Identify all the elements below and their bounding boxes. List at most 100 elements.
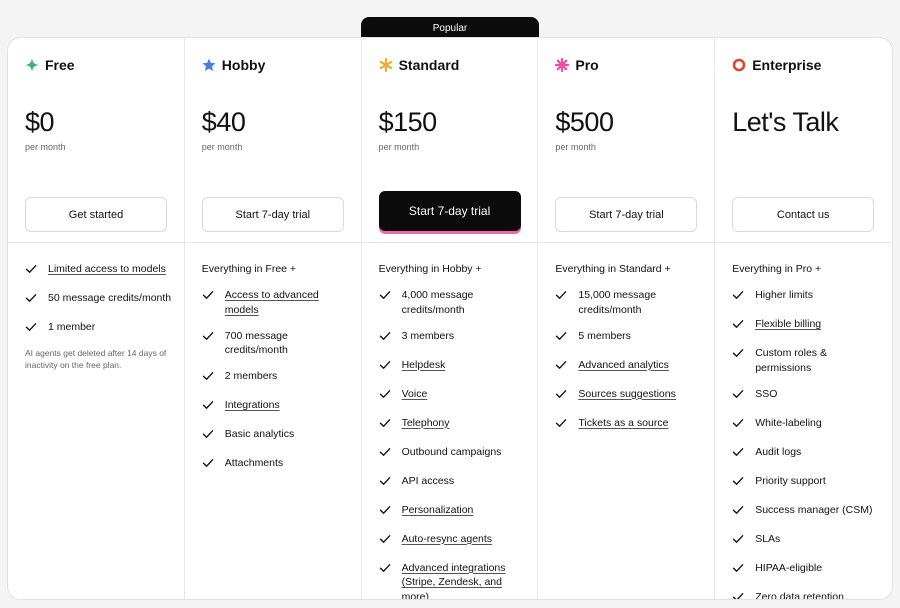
feature-text[interactable]: Access to advanced models <box>225 288 351 317</box>
plan-name: Standard <box>398 57 460 73</box>
plan-column-standard: Standard $150 per month Start 7-day trial E… <box>361 38 539 600</box>
plan-price: $40 <box>201 107 246 137</box>
feature-text: Outbound campaigns <box>401 445 502 458</box>
feature-list: Everything in Free + Access to advanced … <box>202 262 351 485</box>
asterisk-icon <box>379 58 393 72</box>
check-icon <box>732 288 746 306</box>
feature-text[interactable]: Advanced integrations (Stripe, Zendesk, … <box>402 561 528 600</box>
check-icon <box>379 561 393 600</box>
feature-item: Sources suggestions <box>555 387 704 405</box>
burst-icon <box>555 58 570 72</box>
star-icon <box>202 58 216 72</box>
feature-item: Personalization <box>379 503 528 521</box>
feature-item: 5 members <box>555 329 704 347</box>
feature-list: Everything in Hobby + 4,000 message cred… <box>379 262 528 600</box>
feature-item: Basic analytics <box>202 427 351 445</box>
feature-text[interactable]: Voice <box>402 387 428 405</box>
feature-text: Success manager (CSM) <box>755 503 873 516</box>
feature-item: 3 members <box>379 329 528 347</box>
free-cta-button[interactable]: Get started <box>25 197 167 232</box>
check-icon <box>25 320 39 338</box>
feature-item: Telephony <box>379 416 528 434</box>
feature-item: SLAs <box>732 532 882 550</box>
check-icon <box>732 561 746 579</box>
feature-item: SSO <box>732 387 882 405</box>
check-icon <box>555 387 569 405</box>
popular-label: Popular <box>432 22 468 34</box>
feature-item: Higher limits <box>732 288 882 306</box>
feature-text[interactable]: Personalization <box>402 503 474 521</box>
plan-column-pro: Pro $500 per month Start 7-day trial Everyt… <box>538 38 716 599</box>
feature-text: White-labeling <box>755 416 822 429</box>
plan-column-hobby: Hobby $40 per month Start 7-day trial Every… <box>184 38 362 599</box>
feature-item: 15,000 message credits/month <box>555 288 704 317</box>
feature-item: Tickets as a source <box>555 416 704 434</box>
hobby-cta-button[interactable]: Start 7-day trial <box>201 197 344 232</box>
feature-heading: Everything in Pro + <box>732 263 822 275</box>
divider <box>8 242 184 243</box>
check-icon <box>25 262 39 280</box>
feature-text[interactable]: Integrations <box>225 398 280 416</box>
price-period: per month <box>555 142 596 152</box>
feature-item: Outbound campaigns <box>379 445 528 463</box>
feature-text[interactable]: Flexible billing <box>755 317 821 335</box>
feature-list: Everything in Pro + Higher limits Flexib… <box>732 262 882 600</box>
feature-text[interactable]: Telephony <box>402 416 450 434</box>
feature-item: Access to advanced models <box>202 288 351 317</box>
feature-text[interactable]: Tickets as a source <box>578 416 668 434</box>
plan-name: Hobby <box>221 57 266 73</box>
plan-name: Pro <box>575 57 599 73</box>
feature-text: Zero data retention <box>755 590 844 600</box>
price-period: per month <box>378 142 420 152</box>
check-icon <box>732 317 746 335</box>
feature-item: Zero data retention <box>732 590 882 600</box>
divider <box>715 242 892 243</box>
feature-text: 5 members <box>578 329 631 342</box>
check-icon <box>732 387 746 405</box>
check-icon <box>202 456 216 474</box>
check-icon <box>379 416 393 434</box>
check-icon <box>25 291 39 309</box>
standard-cta-button[interactable]: Start 7-day trial <box>378 191 521 231</box>
check-icon <box>379 445 393 463</box>
feature-item: Integrations <box>202 398 351 416</box>
feature-item: Helpdesk <box>379 358 528 376</box>
ring-icon <box>732 58 746 72</box>
feature-item: Voice <box>379 387 528 405</box>
feature-text[interactable]: Advanced analytics <box>578 358 668 376</box>
feature-text: 50 message credits/month <box>48 292 172 304</box>
enterprise-cta-button[interactable]: Contact us <box>732 197 875 232</box>
feature-item: Priority support <box>732 474 882 492</box>
plan-header: Enterprise <box>732 57 821 73</box>
feature-text: Priority support <box>755 474 826 487</box>
feature-text[interactable]: Auto-resync agents <box>402 532 492 550</box>
check-icon <box>379 387 393 405</box>
check-icon <box>732 474 746 492</box>
feature-item: Attachments <box>202 456 351 474</box>
feature-text: Attachments <box>224 457 284 469</box>
pro-cta-button[interactable]: Start 7-day trial <box>555 197 698 232</box>
plan-price: Let's Talk <box>732 107 839 137</box>
plan-price: $0 <box>25 107 55 137</box>
feature-text: Audit logs <box>755 445 802 458</box>
plan-header: Standard <box>379 57 460 73</box>
check-icon <box>732 416 746 434</box>
feature-text[interactable]: Sources suggestions <box>578 387 675 405</box>
plan-header: Free <box>25 57 75 73</box>
feature-item: Audit logs <box>732 445 882 463</box>
feature-text[interactable]: Helpdesk <box>402 358 446 376</box>
check-icon <box>202 398 216 416</box>
check-icon <box>379 288 393 317</box>
feature-text: Higher limits <box>755 289 813 301</box>
plan-price: $500 <box>555 107 614 137</box>
plan-name: Enterprise <box>752 57 822 73</box>
feature-item: Auto-resync agents <box>379 532 528 550</box>
price-period: per month <box>25 142 66 152</box>
check-icon <box>379 532 393 550</box>
plan-header: Hobby <box>202 57 266 73</box>
sparkle-icon <box>25 58 39 72</box>
check-icon <box>202 427 216 445</box>
divider <box>538 242 715 243</box>
check-icon <box>732 590 746 599</box>
feature-text[interactable]: Limited access to models <box>48 262 166 280</box>
